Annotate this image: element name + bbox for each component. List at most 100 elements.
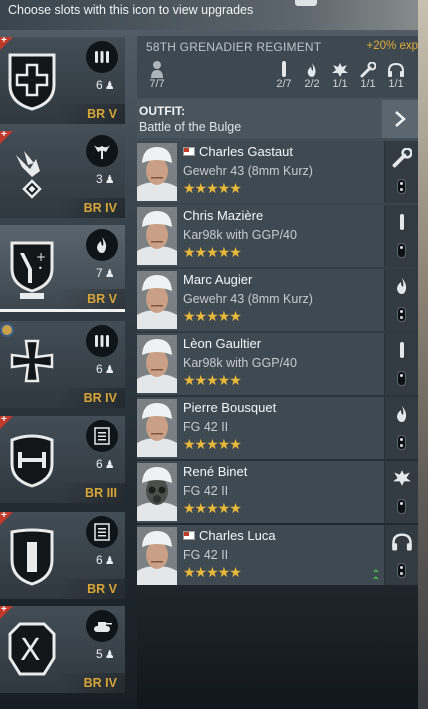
list-icon — [86, 516, 118, 548]
slot-toggle[interactable] — [397, 499, 406, 514]
battle-rating: BR IV — [58, 388, 125, 408]
soldier-portrait — [137, 399, 177, 457]
upgrade-arrow-icon: ⌃ ⌃ — [371, 569, 380, 587]
headphones-icon — [388, 532, 416, 552]
flag-icon — [183, 531, 195, 540]
squad-soldier-count: 6 ♟ — [96, 78, 115, 92]
slot-toggle[interactable] — [397, 563, 406, 578]
soldier-row[interactable]: Charles Luca FG 42 II ★★★★★ ⌃ ⌃ — [137, 525, 418, 587]
h-shield-emblem — [10, 434, 54, 488]
soldier-row[interactable]: René Binet FG 42 II ★★★★★ — [137, 461, 418, 523]
svg-text:•: • — [38, 264, 43, 273]
new-plus-badge — [0, 416, 13, 429]
slot-toggle[interactable] — [397, 371, 406, 386]
soldier-row[interactable]: Lèon Gaultier Kar98k with GGP/40 ★★★★★ — [137, 333, 418, 395]
rank-stars: ★★★★★ — [183, 244, 242, 260]
slot-toggle[interactable] — [397, 243, 406, 258]
flame-icon — [297, 58, 327, 78]
squad-soldier-count: 5 ♟ — [96, 647, 115, 661]
class-slot[interactable] — [384, 141, 418, 203]
x-shield-emblem: X — [8, 622, 56, 676]
bullet-icon — [269, 58, 299, 78]
stat-radio: 1/1 — [381, 58, 411, 90]
soldier-row[interactable]: Pierre Bousquet FG 42 II ★★★★★ — [137, 397, 418, 459]
soldier-row[interactable]: Chris Mazière Kar98k with GGP/40 ★★★★★ — [137, 205, 418, 267]
squad-card-2[interactable]: 3♟ BR IV — [0, 131, 125, 218]
slot-toggle[interactable] — [397, 179, 406, 194]
soldier-weapon: Gewehr 43 (8mm Kurz) — [183, 164, 313, 178]
class-slot[interactable] — [384, 525, 418, 587]
flame-icon — [388, 276, 416, 296]
battle-rating: BR IV — [58, 198, 125, 218]
rifle-ammo-icon — [86, 41, 118, 73]
flame-icon — [86, 229, 118, 261]
squad-card-4[interactable]: 6 ♟ BR IV — [0, 321, 125, 408]
regiment-name: 58TH GRENADIER REGIMENT — [146, 40, 322, 54]
outfit-value: Battle of the Bulge — [139, 120, 242, 134]
soldier-weapon: FG 42 II — [183, 548, 229, 562]
soldier-portrait — [137, 207, 177, 265]
squad-card-7[interactable]: X 5♟ BR IV — [0, 606, 125, 693]
soldier-portrait — [137, 335, 177, 393]
hint-text: Choose slots with this icon to view upgr… — [8, 3, 254, 17]
soldier-name: Pierre Bousquet — [183, 400, 277, 415]
rank-stars: ★★★★★ — [183, 372, 242, 388]
outfit-label: OUTFIT: — [139, 104, 185, 118]
tank-icon — [86, 610, 118, 642]
exp-bonus: +20% exp — [366, 40, 418, 52]
soldier-name: Charles Gastaut — [183, 144, 293, 159]
wrench-icon — [353, 58, 383, 78]
soldier-name: Lèon Gaultier — [183, 336, 262, 351]
stat-riflemen: 2/7 — [269, 58, 299, 90]
squad-soldier-count: 6 ♟ — [96, 457, 115, 471]
soldier-portrait — [137, 143, 177, 201]
rank-stars: ★★★★★ — [183, 564, 242, 580]
outfit-row[interactable]: OUTFIT: Battle of the Bulge — [137, 100, 418, 138]
medic-icon — [86, 135, 118, 167]
soldier-weapon: Kar98k with GGP/40 — [183, 356, 297, 370]
flame-icon — [388, 404, 416, 424]
background-scenery — [418, 0, 428, 709]
battle-rating: BR V — [58, 104, 125, 124]
squad-card-3[interactable]: + • 7 ♟ BR V — [0, 225, 125, 312]
squad-card-5[interactable]: 6♟ BR III — [0, 416, 125, 503]
bullet-icon — [388, 340, 416, 360]
slot-toggle[interactable] — [397, 307, 406, 322]
soldier-name: René Binet — [183, 464, 248, 479]
chevron-right-icon[interactable] — [382, 100, 418, 138]
list-icon — [86, 420, 118, 452]
class-slot[interactable] — [384, 269, 418, 331]
stat-engineers: 1/1 — [353, 58, 383, 90]
class-slot[interactable] — [384, 205, 418, 267]
svg-text:+: + — [36, 250, 46, 264]
rank-stars: ★★★★★ — [183, 308, 242, 324]
new-plus-badge — [0, 37, 13, 50]
soldier-name: Charles Luca — [183, 528, 276, 543]
rank-stars: ★★★★★ — [183, 436, 242, 452]
soldier-portrait — [137, 463, 177, 521]
soldier-portrait — [137, 527, 177, 585]
soldier-row[interactable]: Charles Gastaut Gewehr 43 (8mm Kurz) ★★★★★ — [137, 141, 418, 203]
iron-cross-emblem — [10, 339, 54, 383]
class-slot[interactable] — [384, 333, 418, 395]
regiment-header: 58TH GRENADIER REGIMENT +20% exp 7/7 2/7… — [137, 36, 418, 98]
empty-area — [137, 585, 418, 709]
class-slot[interactable] — [384, 397, 418, 459]
squad-card-1[interactable]: 6♟ BR V — [0, 37, 125, 124]
battle-rating: BR V — [58, 289, 125, 309]
slot-toggle[interactable] — [397, 435, 406, 450]
flag-icon — [183, 147, 195, 156]
squad-card-6[interactable]: 6♟ BR V — [0, 512, 125, 599]
rank-stars: ★★★★★ — [183, 180, 242, 196]
stat-flamers: 2/2 — [297, 58, 327, 90]
eagle-emblem — [16, 151, 42, 199]
class-slot[interactable] — [384, 461, 418, 523]
soldier-weapon: Kar98k with GGP/40 — [183, 228, 297, 242]
cross-shield-emblem — [8, 53, 56, 111]
soldier-weapon: FG 42 II — [183, 420, 229, 434]
soldier-row[interactable]: Marc Augier Gewehr 43 (8mm Kurz) ★★★★★ — [137, 269, 418, 331]
squad-soldier-count: 7 ♟ — [96, 266, 115, 280]
squad-soldier-count: 6 ♟ — [96, 553, 115, 567]
new-plus-badge — [0, 606, 13, 619]
wrench-icon — [388, 148, 416, 168]
